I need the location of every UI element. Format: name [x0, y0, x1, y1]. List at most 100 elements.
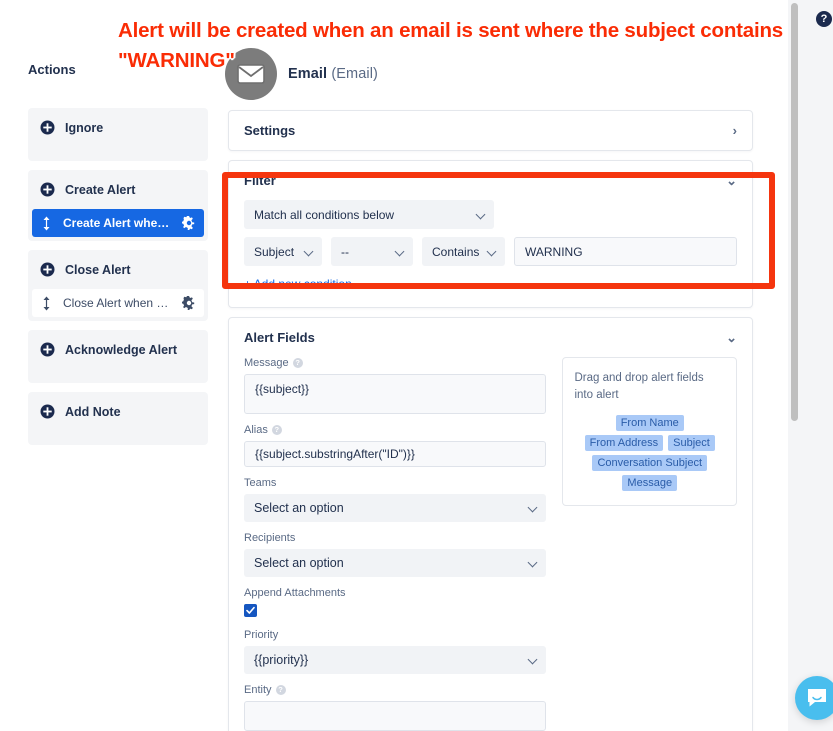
action-label: Close Alert	[65, 262, 131, 277]
card-alert-fields: Alert Fields ⌄ Message ? {{subject}} Ali…	[228, 317, 753, 731]
action-label: Create Alert	[65, 182, 136, 197]
condition-field-select[interactable]: Subject	[244, 237, 322, 266]
card-filter-body: Match all conditions below Subject -- Co…	[229, 200, 752, 307]
drag-hint-text: Drag and drop alert fields into alert	[574, 372, 704, 401]
field-label-entity: Entity ?	[244, 684, 546, 696]
drag-handle-icon[interactable]	[40, 296, 53, 311]
entity-input[interactable]	[244, 701, 547, 731]
vertical-scrollbar-thumb[interactable]	[791, 3, 798, 421]
alert-fields-grid: Message ? {{subject}} Alias ? {{subject.…	[244, 357, 737, 731]
card-alert-fields-body: Message ? {{subject}} Alias ? {{subject.…	[229, 357, 752, 731]
gear-icon[interactable]	[181, 215, 196, 231]
card-alert-fields-header[interactable]: Alert Fields ⌄	[229, 318, 752, 357]
field-label-append-attachments: Append Attachments	[244, 587, 546, 599]
field-label-text: Recipients	[244, 532, 296, 544]
annotation-text: Alert will be created when an email is s…	[118, 19, 783, 72]
action-group-header[interactable]: Close Alert	[28, 250, 208, 289]
chevron-down-icon[interactable]: ⌄	[726, 174, 737, 187]
plus-icon	[40, 342, 55, 357]
chevron-right-icon[interactable]: ›	[733, 124, 737, 137]
help-tooltip-icon[interactable]: ?	[271, 425, 282, 435]
card-settings[interactable]: Settings ›	[228, 110, 753, 151]
action-group-header[interactable]: Create Alert	[28, 170, 208, 209]
card-filter-title: Filter	[244, 173, 276, 188]
drag-fields-panel: Drag and drop alert fields into alert Fr…	[562, 357, 737, 507]
card-filter-header[interactable]: Filter ⌄	[229, 161, 752, 200]
checkmark-icon	[246, 606, 255, 614]
action-label: Acknowledge Alert	[65, 342, 178, 357]
action-group-ignore[interactable]: Ignore	[28, 108, 208, 161]
action-group-add-note[interactable]: Add Note	[28, 392, 208, 445]
priority-select[interactable]: {{priority}}	[244, 646, 547, 674]
chevron-down-icon[interactable]: ⌄	[726, 331, 737, 344]
drag-tag[interactable]: Conversation Subject	[592, 455, 708, 472]
action-label: Add Note	[65, 404, 121, 419]
card-filter: Filter ⌄ Match all conditions below Subj…	[228, 160, 753, 308]
page-top-cutoff-sliver	[30, 0, 150, 8]
drag-tag[interactable]: Subject	[668, 435, 715, 452]
teams-select[interactable]: Select an option	[244, 494, 547, 522]
integration-title: Email (Email)	[288, 66, 378, 82]
field-label-text: Alias	[244, 424, 268, 436]
field-label-teams: Teams	[244, 477, 546, 489]
message-textarea[interactable]: {{subject}}	[244, 374, 547, 414]
action-group-close-alert[interactable]: Close Alert Close Alert when OK	[28, 250, 208, 321]
plus-icon	[40, 404, 55, 419]
chat-bubble-icon	[808, 689, 826, 707]
field-label-text: Message	[244, 357, 289, 369]
actions-list: Ignore Create Alert Create Alert when Wa…	[28, 108, 208, 454]
action-group-header[interactable]: Add Note	[28, 392, 208, 431]
integration-title-text: Email	[288, 66, 328, 82]
drag-tag[interactable]: From Address	[584, 435, 664, 452]
filter-condition-row: Subject -- Contains WARNING	[244, 237, 737, 266]
email-integration-icon	[225, 48, 277, 100]
drag-fields-panel-wrap: Drag and drop alert fields into alert Fr…	[562, 357, 737, 731]
action-label: Ignore	[65, 120, 104, 135]
field-label-message: Message ?	[244, 357, 546, 369]
drag-tag[interactable]: Message	[622, 475, 678, 492]
integration-header: Email (Email)	[225, 48, 378, 100]
help-icon[interactable]: ?	[816, 11, 832, 27]
append-attachments-checkbox[interactable]	[244, 604, 257, 617]
drag-handle-icon[interactable]	[40, 216, 53, 231]
sub-action-label: Create Alert when Warni...	[63, 216, 172, 230]
sub-action-label: Close Alert when OK	[63, 296, 172, 310]
integration-kind-text: (Email)	[331, 66, 378, 82]
card-settings-header[interactable]: Settings ›	[229, 111, 752, 150]
alert-fields-column: Message ? {{subject}} Alias ? {{subject.…	[244, 357, 547, 731]
sub-action-close-alert-when-ok[interactable]: Close Alert when OK	[32, 289, 204, 317]
help-tooltip-icon[interactable]: ?	[275, 685, 286, 695]
field-label-text: Entity	[244, 684, 272, 696]
actions-heading: Actions	[28, 62, 76, 77]
card-alert-fields-title: Alert Fields	[244, 330, 315, 345]
field-label-text: Priority	[244, 629, 279, 641]
app-root: ? Email (Email) Actions Ignore Create Al…	[0, 0, 833, 731]
field-label-text: Append Attachments	[244, 587, 346, 599]
drag-tag[interactable]: From Name	[615, 415, 684, 432]
field-label-priority: Priority	[244, 629, 546, 641]
condition-key-select[interactable]: --	[331, 237, 413, 266]
plus-icon	[40, 262, 55, 277]
action-detail-panel: Settings › Filter ⌄ Match all conditions…	[228, 110, 753, 731]
condition-value-input[interactable]: WARNING	[514, 237, 737, 266]
plus-icon	[40, 120, 55, 135]
sub-action-create-alert-when-warning[interactable]: Create Alert when Warni...	[32, 209, 204, 237]
field-label-alias: Alias ?	[244, 424, 546, 436]
alias-input[interactable]: {{subject.substringAfter("ID")}}	[244, 441, 547, 467]
condition-operator-select[interactable]: Contains	[422, 237, 505, 266]
action-group-create-alert[interactable]: Create Alert Create Alert when Warni...	[28, 170, 208, 241]
field-label-recipients: Recipients	[244, 532, 546, 544]
action-group-header[interactable]: Acknowledge Alert	[28, 330, 208, 369]
gear-icon[interactable]	[181, 295, 196, 311]
plus-icon	[40, 182, 55, 197]
drag-field-tags: From Name From Address Subject Conversat…	[574, 415, 725, 492]
help-tooltip-icon[interactable]: ?	[292, 358, 303, 368]
action-group-header[interactable]: Ignore	[28, 108, 208, 147]
add-new-condition-link[interactable]: + Add new condition	[244, 277, 737, 291]
intercom-chat-launcher[interactable]	[795, 676, 833, 720]
card-settings-title: Settings	[244, 123, 296, 138]
field-label-text: Teams	[244, 477, 277, 489]
action-group-acknowledge-alert[interactable]: Acknowledge Alert	[28, 330, 208, 383]
recipients-select[interactable]: Select an option	[244, 549, 547, 577]
match-mode-select[interactable]: Match all conditions below	[244, 200, 494, 229]
